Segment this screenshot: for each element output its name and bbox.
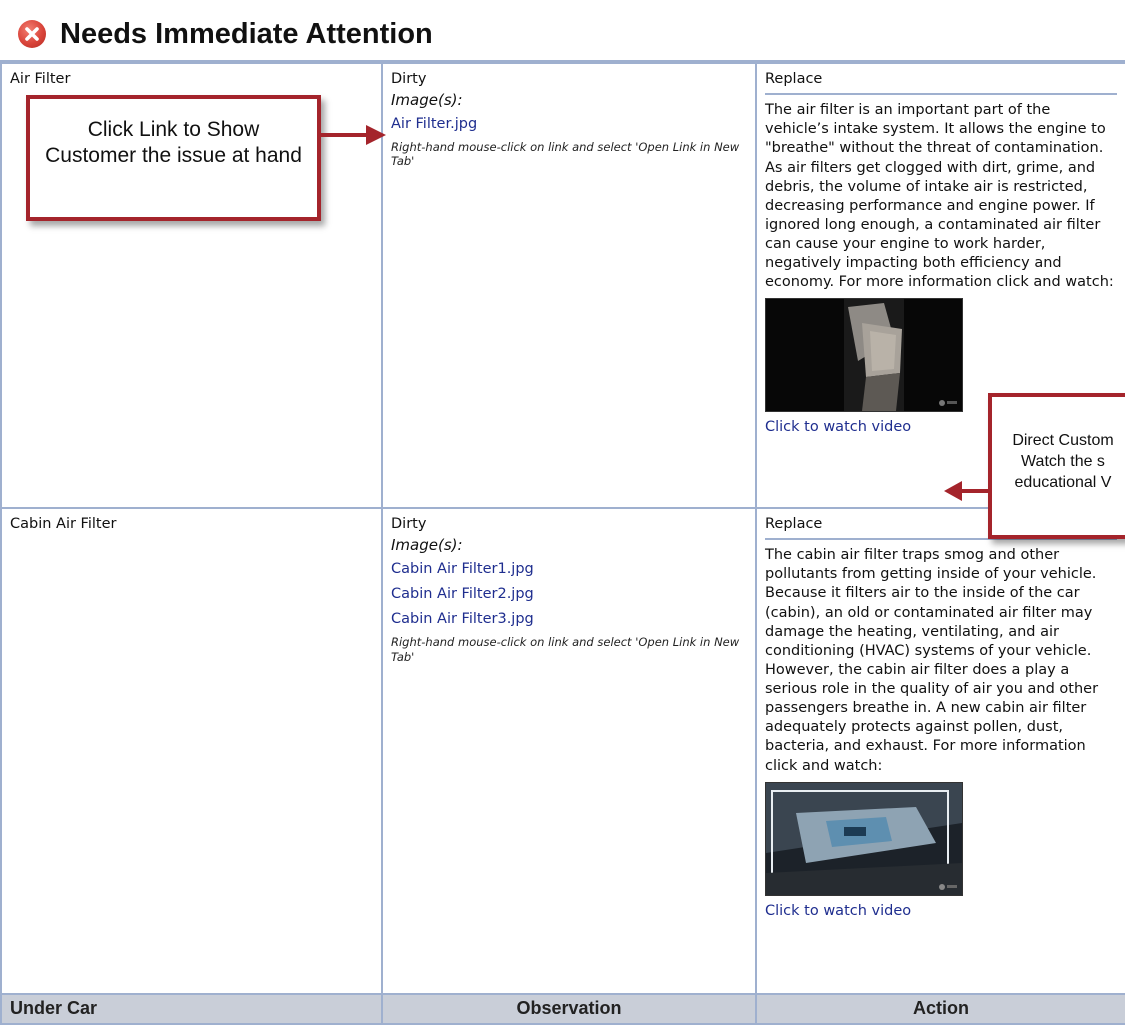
callout-arrow-left (944, 481, 992, 501)
item-cell: Cabin Air Filter (0, 507, 383, 995)
column-header-observation: Observation (381, 993, 757, 1025)
open-link-hint: Right-hand mouse-click on link and selec… (391, 635, 740, 664)
section-header: Needs Immediate Attention (0, 0, 1125, 62)
images-label: Image(s): (391, 91, 463, 110)
video-thumbnail[interactable] (765, 781, 963, 896)
callout-line: Watch the s (1021, 452, 1105, 470)
table-row: Cabin Air Filter Dirty Image(s): Cabin A… (0, 507, 1125, 995)
callout-link-tip: Click Link to Show Customer the issue at… (26, 95, 321, 221)
video-thumbnail[interactable] (765, 298, 963, 413)
watch-video-link[interactable]: Click to watch video (765, 419, 911, 435)
callout-video-tip: Direct Custom Watch the s educational V (988, 393, 1125, 539)
alert-x-icon (18, 20, 46, 48)
section-title: Needs Immediate Attention (60, 18, 433, 50)
action-cell: Replace The cabin air filter traps smog … (755, 507, 1125, 995)
table-header-row: Under Car Observation Action (0, 993, 1125, 1025)
observation-cell: Dirty Image(s): Air Filter.jpg Right-han… (381, 62, 757, 509)
image-link[interactable]: Cabin Air Filter2.jpg (391, 585, 747, 604)
image-link[interactable]: Cabin Air Filter3.jpg (391, 610, 747, 629)
observation-status: Dirty (391, 71, 427, 87)
image-link[interactable]: Air Filter.jpg (391, 115, 747, 134)
open-link-hint: Right-hand mouse-click on link and selec… (391, 140, 740, 169)
action-description: The air filter is an important part of t… (765, 102, 1114, 291)
callout-arrow-right (318, 125, 386, 145)
item-name: Air Filter (10, 71, 71, 87)
column-header-under-car: Under Car (0, 993, 383, 1025)
action-description: The cabin air filter traps smog and othe… (765, 547, 1099, 774)
observation-status: Dirty (391, 516, 427, 532)
observation-cell: Dirty Image(s): Cabin Air Filter1.jpg Ca… (381, 507, 757, 995)
callout-line: educational V (1014, 473, 1112, 491)
callout-line: Direct Custom (1012, 432, 1114, 449)
action-status: Replace (765, 70, 1117, 96)
column-header-action: Action (755, 993, 1125, 1025)
image-link[interactable]: Cabin Air Filter1.jpg (391, 560, 747, 579)
item-name: Cabin Air Filter (10, 516, 117, 532)
images-label: Image(s): (391, 536, 463, 555)
watch-video-link[interactable]: Click to watch video (765, 903, 911, 919)
